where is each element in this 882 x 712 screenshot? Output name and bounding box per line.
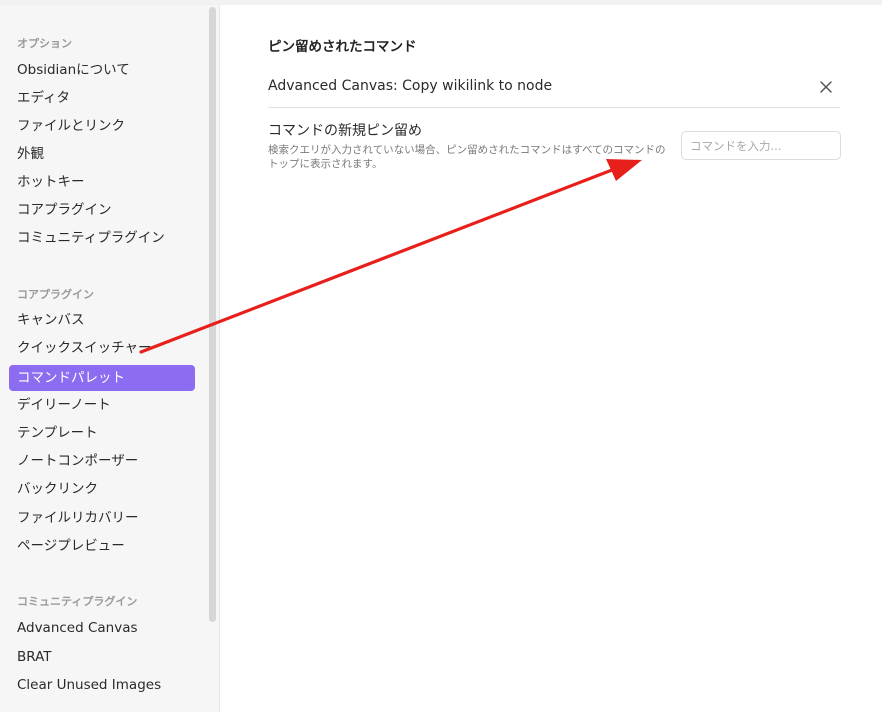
- sidebar-item-advanced-canvas[interactable]: Advanced Canvas: [9, 615, 195, 641]
- sidebar-section-options: オプション: [17, 37, 72, 50]
- sidebar-section-community-plugins: コミュニティプラグイン: [17, 595, 138, 608]
- sidebar-item-templates[interactable]: テンプレート: [9, 420, 195, 446]
- sidebar-scrollbar[interactable]: [207, 5, 217, 712]
- sidebar-section-core-plugins: コアプラグイン: [17, 288, 94, 301]
- sidebar-item-command-palette[interactable]: コマンドパレット: [9, 365, 195, 391]
- sidebar-item-note-composer[interactable]: ノートコンポーザー: [9, 448, 195, 474]
- sidebar-item-hotkeys[interactable]: ホットキー: [9, 169, 195, 195]
- sidebar-item-quick-switcher[interactable]: クイックスイッチャー: [9, 335, 195, 361]
- settings-sidebar: オプション Obsidianについて エディタ ファイルとリンク 外観 ホットキ…: [0, 5, 220, 712]
- sidebar-item-file-recovery[interactable]: ファイルリカバリー: [9, 505, 195, 531]
- remove-pinned-button[interactable]: [816, 77, 836, 97]
- sidebar-item-clear-unused-images[interactable]: Clear Unused Images: [9, 672, 195, 698]
- pinned-commands-heading: ピン留めされたコマンド: [268, 39, 417, 55]
- pinned-command-row: Advanced Canvas: Copy wikilink to node: [268, 69, 840, 108]
- new-pin-setting-description: 検索クエリが入力されていない場合、ピン留めされたコマンドはすべてのコマンドのトッ…: [268, 144, 666, 170]
- sidebar-item-core-plugins[interactable]: コアプラグイン: [9, 197, 195, 223]
- sidebar-item-canvas[interactable]: キャンバス: [9, 307, 195, 333]
- sidebar-item-page-preview[interactable]: ページプレビュー: [9, 533, 195, 559]
- sidebar-item-daily-notes[interactable]: デイリーノート: [9, 392, 195, 418]
- sidebar-item-appearance[interactable]: 外観: [9, 141, 195, 167]
- command-search-input[interactable]: [681, 131, 841, 160]
- sidebar-item-files-links[interactable]: ファイルとリンク: [9, 113, 195, 139]
- sidebar-item-backlinks[interactable]: バックリンク: [9, 476, 195, 502]
- settings-window: オプション Obsidianについて エディタ ファイルとリンク 外観 ホットキ…: [0, 0, 882, 712]
- sidebar-item-brat[interactable]: BRAT: [9, 644, 195, 670]
- sidebar-scrollbar-thumb[interactable]: [209, 7, 216, 622]
- sidebar-item-editor[interactable]: エディタ: [9, 85, 195, 111]
- pinned-command-label: Advanced Canvas: Copy wikilink to node: [268, 78, 553, 94]
- sidebar-item-community-plugins[interactable]: コミュニティプラグイン: [9, 225, 195, 251]
- close-icon: [820, 81, 832, 93]
- new-pin-setting-name: コマンドの新規ピン留め: [268, 123, 422, 139]
- sidebar-item-about[interactable]: Obsidianについて: [9, 57, 195, 83]
- settings-content: ピン留めされたコマンド Advanced Canvas: Copy wikili…: [220, 5, 882, 712]
